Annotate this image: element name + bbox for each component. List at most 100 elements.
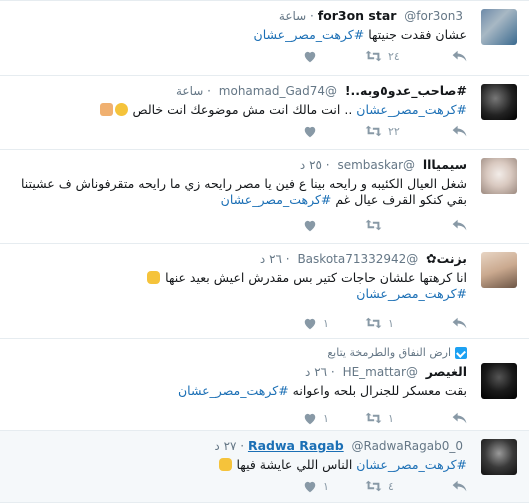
tweet-text: شغل العيال الكئيبه و رايحه بينا ع فين يا… (10, 176, 467, 208)
tweet-header: الغيصر @HE_mattar · ٢٦ د (10, 363, 467, 381)
tweet-text-before: انا كرهتها علشان حاجات كتير بس مقدرش اعي… (161, 270, 467, 285)
like-count: ١ (323, 316, 329, 330)
tweet-timestamp[interactable]: ٢٥ د (300, 158, 322, 172)
separator-dot: · (330, 365, 335, 379)
raised-hand-emoji-icon (147, 271, 161, 284)
avatar[interactable] (481, 439, 517, 475)
tweet[interactable]: Radwa Ragab @RadwaRagab0_0 · ٢٧ د #كرهت_… (0, 431, 529, 503)
tweet-fullname[interactable]: بزنت✿ (426, 251, 467, 266)
avatar[interactable] (481, 252, 517, 288)
retweet-button[interactable]: ٤ (365, 480, 427, 493)
tweet-timestamp[interactable]: ٢٦ د (305, 365, 327, 379)
reply-button[interactable] (427, 317, 467, 329)
retweet-count: ٤ (388, 479, 394, 493)
reply-button[interactable] (427, 412, 467, 424)
retweet-count: ١ (388, 316, 394, 330)
reply-icon (452, 412, 467, 424)
retweet-button[interactable]: ١ (365, 317, 427, 330)
tweet-timestamp[interactable]: ٢٦ د (260, 252, 282, 266)
tweet-fullname[interactable]: الغيصر (426, 364, 467, 379)
tweet-text-after: الناس اللي عايشة فيها (236, 457, 357, 472)
reply-button[interactable] (427, 50, 467, 62)
tweet[interactable]: ارض النفاق والطرمخة يتابع الغيصر @HE_mat… (0, 339, 529, 431)
tweet[interactable]: #صاحب_عدو٥وبه..! @mohamad_Gad74 · ساعة #… (0, 76, 529, 150)
tweet[interactable]: سيميااا @sembaskar · ٢٥ د شغل العيال الك… (0, 150, 529, 244)
tweet-timestamp[interactable]: ساعة (176, 84, 203, 98)
tweet-text: #كرهت_مصر_عشان .. انت مالك انت مش موضوعك… (10, 102, 467, 118)
avatar[interactable] (481, 158, 517, 194)
like-button[interactable]: ١ (303, 480, 365, 493)
retweet-context: ارض النفاق والطرمخة يتابع (10, 345, 467, 360)
tweet-actions: ١ ٤ (10, 473, 467, 499)
retweet-button[interactable]: ٢٤ (365, 50, 427, 63)
hashtag-link[interactable]: #كرهت_مصر_عشان (356, 457, 467, 472)
avatar[interactable] (481, 84, 517, 120)
retweet-button[interactable]: ١ (365, 412, 427, 425)
reply-icon (452, 480, 467, 492)
tweet-text: بقت معسكر للجنرال بلحه واعوانه #كرهت_مصر… (10, 383, 467, 399)
retweet-context-text[interactable]: ارض النفاق والطرمخة يتابع (327, 346, 451, 359)
tweet[interactable]: for3on star @for3on3 · ساعة عشان فقدت جن… (0, 1, 529, 76)
tweet-actions: ١ ١ (10, 310, 467, 336)
tweet-actions: ٢٢ (10, 118, 467, 144)
tweet-text: #كرهت_مصر_عشان الناس اللي عايشة فيها (10, 457, 467, 473)
tweet-actions (10, 212, 467, 238)
separator-dot: · (285, 252, 290, 266)
retweet-count: ٢٤ (388, 49, 400, 63)
tweet-username[interactable]: @sembaskar (337, 158, 415, 172)
retweet-button[interactable]: ٢٢ (365, 125, 427, 138)
like-button[interactable] (303, 50, 365, 63)
tweet-fullname[interactable]: سيميااا (423, 157, 467, 172)
tweet-username[interactable]: @RadwaRagab0_0 (352, 439, 464, 453)
tweet-header: for3on star @for3on3 · ساعة (10, 7, 467, 25)
like-button[interactable] (303, 219, 365, 232)
like-count: ١ (323, 479, 329, 493)
tweet-header: #صاحب_عدو٥وبه..! @mohamad_Gad74 · ساعة (10, 82, 467, 100)
heart-icon (304, 51, 316, 62)
tweet-header: بزنت✿ @Baskota71332942 · ٢٦ د (10, 250, 467, 268)
like-button[interactable]: ١ (303, 412, 365, 425)
retweet-icon (365, 480, 382, 492)
tweet-fullname[interactable]: Radwa Ragab (248, 438, 344, 453)
tweet-header: Radwa Ragab @RadwaRagab0_0 · ٢٧ د (10, 437, 467, 455)
retweet-icon (365, 219, 382, 231)
tweet-username[interactable]: @HE_mattar (343, 365, 418, 379)
hashtag-link[interactable]: #كرهت_مصر_عشان (356, 286, 467, 301)
like-button[interactable]: ١ (303, 317, 365, 330)
tweet-timestamp[interactable]: ٢٧ د (214, 439, 236, 453)
tweet-timestamp[interactable]: ساعة (279, 9, 306, 23)
fist-emoji-icon (99, 103, 113, 116)
reply-icon (452, 317, 467, 329)
hashtag-link[interactable]: #كرهت_مصر_عشان (356, 102, 467, 117)
retweet-button[interactable] (365, 219, 427, 231)
tweet-actions: ٢٤ (10, 43, 467, 69)
tweet-text: عشان فقدت جنيتها #كرهت_مصر_عشان (10, 27, 467, 43)
separator-dot: · (207, 84, 211, 98)
smiley-emoji-icon (114, 103, 128, 116)
heart-icon (304, 126, 316, 137)
retweet-icon (365, 125, 382, 137)
tweet-username[interactable]: @mohamad_Gad74 (219, 84, 337, 98)
hashtag-link[interactable]: #كرهت_مصر_عشان (254, 27, 365, 42)
tweet-text: انا كرهتها علشان حاجات كتير بس مقدرش اعي… (10, 270, 467, 302)
reply-icon (452, 125, 467, 137)
hashtag-link[interactable]: #كرهت_مصر_عشان (221, 192, 332, 207)
tweet-fullname[interactable]: #صاحب_عدو٥وبه..! (345, 83, 467, 98)
reply-button[interactable] (427, 480, 467, 492)
retweet-count: ١ (388, 411, 394, 425)
reply-button[interactable] (427, 219, 467, 231)
heart-icon (304, 318, 316, 329)
retweet-icon (365, 50, 382, 62)
tweet[interactable]: بزنت✿ @Baskota71332942 · ٢٦ د انا كرهتها… (0, 244, 529, 339)
tweet-fullname[interactable]: for3on star (318, 8, 397, 23)
avatar[interactable] (481, 363, 517, 399)
like-button[interactable] (303, 125, 365, 138)
heart-icon (304, 481, 316, 492)
tweet-username[interactable]: @for3on3 (404, 9, 463, 23)
hashtag-link[interactable]: #كرهت_مصر_عشان (178, 383, 289, 398)
reply-icon (452, 50, 467, 62)
like-count: ١ (323, 411, 329, 425)
tweet-username[interactable]: @Baskota71332942 (297, 252, 418, 266)
avatar[interactable] (481, 9, 517, 45)
reply-button[interactable] (427, 125, 467, 137)
